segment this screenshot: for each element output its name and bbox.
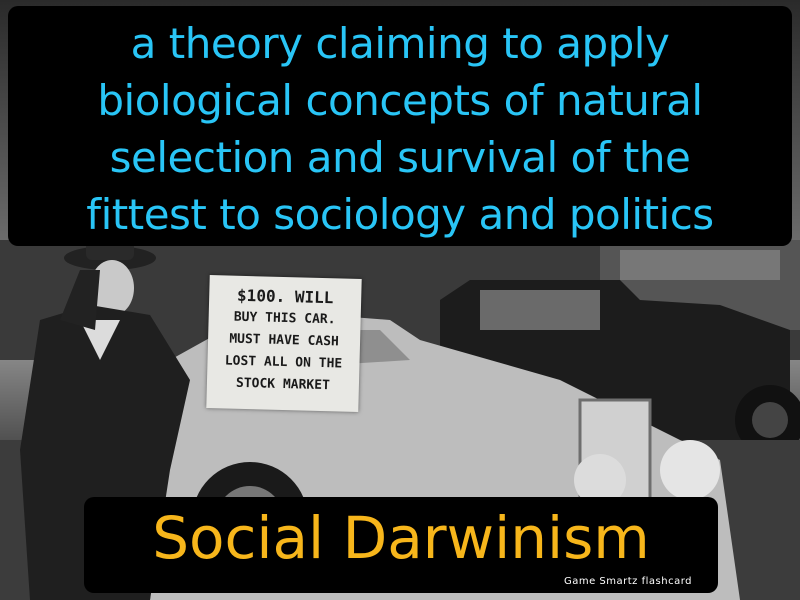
sign-line-1: $100. WILL bbox=[236, 285, 334, 308]
definition-box: a theory claiming to apply biological co… bbox=[8, 6, 792, 246]
sign-line-3: MUST HAVE CASH bbox=[229, 331, 340, 350]
sale-sign: $100. WILL BUY THIS CAR. MUST HAVE CASH … bbox=[206, 275, 362, 412]
definition-line-4: fittest to sociology and politics bbox=[86, 190, 714, 239]
sign-line-4: LOST ALL ON THE bbox=[224, 353, 343, 372]
brand-label: Game Smartz flashcard bbox=[563, 576, 692, 587]
sign-line-5: STOCK MARKET bbox=[235, 375, 331, 394]
definition-line-2: biological concepts of natural bbox=[97, 76, 703, 125]
term-title: Social Darwinism bbox=[152, 504, 650, 572]
definition-line-1: a theory claiming to apply bbox=[130, 19, 670, 68]
sign-line-2: BUY THIS CAR. bbox=[233, 309, 336, 328]
flashcard: $100. WILL BUY THIS CAR. MUST HAVE CASH … bbox=[0, 0, 800, 600]
definition-line-3: selection and survival of the bbox=[109, 133, 691, 182]
definition-text: a theory claiming to apply biological co… bbox=[86, 15, 714, 243]
term-box: Social Darwinism Game Smartz flashcard bbox=[84, 497, 718, 593]
